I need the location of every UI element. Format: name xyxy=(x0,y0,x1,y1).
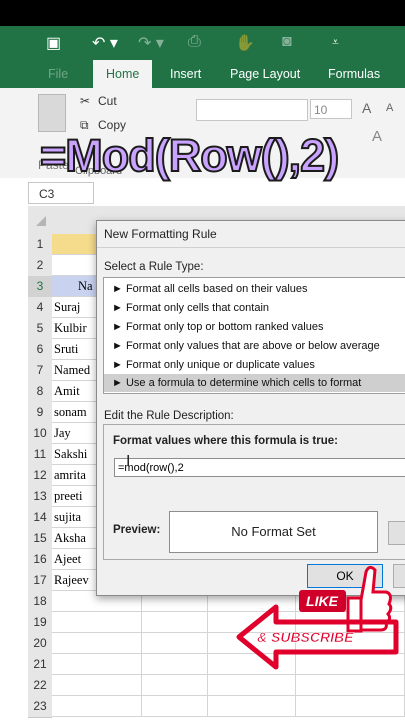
camera-icon[interactable]: ◙ xyxy=(282,33,292,51)
font-color-icon[interactable]: A xyxy=(372,128,382,145)
sheet-cell[interactable] xyxy=(52,633,142,654)
row-header[interactable]: 22 xyxy=(28,675,52,697)
row-header[interactable]: 14 xyxy=(28,507,52,529)
cut-icon[interactable]: ✂ xyxy=(80,94,90,108)
new-formatting-rule-dialog: New Formatting Rule Select a Rule Type: … xyxy=(96,220,405,596)
row-header[interactable]: 9 xyxy=(28,402,52,424)
font-name-box[interactable] xyxy=(196,99,308,121)
sheet-cell[interactable] xyxy=(142,675,208,696)
row-header[interactable]: 7 xyxy=(28,360,52,382)
like-text: LIKE xyxy=(306,593,339,609)
tab-home[interactable]: Home xyxy=(93,60,153,88)
sheet-cell[interactable] xyxy=(142,633,208,654)
sheet-cell[interactable] xyxy=(208,696,296,717)
text-cursor-icon: I xyxy=(126,453,131,470)
row-header[interactable]: 1 xyxy=(28,234,52,256)
formula-label: Format values where this formula is true… xyxy=(113,435,338,447)
customize-qat-icon[interactable]: ⩡ xyxy=(332,35,339,50)
row-header[interactable]: 5 xyxy=(28,318,52,340)
touch-mode-icon[interactable]: ✋ xyxy=(235,33,255,53)
sheet-cell[interactable] xyxy=(296,675,405,696)
row-header[interactable]: 8 xyxy=(28,381,52,403)
font-size-box[interactable]: 10 xyxy=(310,99,352,119)
redo-icon[interactable]: ↷ ▾ xyxy=(138,33,164,53)
rule-type-option[interactable]: ► Format only values that are above or b… xyxy=(104,337,405,355)
ribbon-tabs: File Home Insert Page Layout Formulas xyxy=(0,60,405,88)
sheet-cell[interactable] xyxy=(142,696,208,717)
row-header[interactable]: 17 xyxy=(28,570,52,592)
name-box[interactable]: C3 xyxy=(28,182,94,204)
row-header[interactable]: 21 xyxy=(28,654,52,676)
sheet-cell[interactable] xyxy=(296,696,405,717)
subscribe-text: & SUBSCRIBE xyxy=(257,629,354,645)
row-header[interactable]: 6 xyxy=(28,339,52,361)
tab-insert[interactable]: Insert xyxy=(170,60,201,88)
grow-font-button[interactable]: A xyxy=(362,100,371,116)
rule-type-option[interactable]: ► Format only top or bottom ranked value… xyxy=(104,318,405,336)
format-button[interactable] xyxy=(388,521,405,545)
tab-formulas[interactable]: Formulas xyxy=(328,60,380,88)
row-header[interactable]: 3 xyxy=(28,276,52,298)
row-header[interactable]: 23 xyxy=(28,696,52,718)
dialog-title: New Formatting Rule xyxy=(104,227,217,241)
shrink-font-button[interactable]: A xyxy=(386,102,393,114)
rule-type-option-selected[interactable]: ► Use a formula to determine which cells… xyxy=(104,374,405,392)
rule-type-list[interactable]: ► Format all cells based on their values… xyxy=(103,277,405,394)
row-header[interactable]: 20 xyxy=(28,633,52,655)
undo-icon[interactable]: ↶ ▾ xyxy=(92,33,118,53)
rule-type-option[interactable]: ► Format only cells that contain xyxy=(104,299,405,317)
row-header[interactable]: 4 xyxy=(28,297,52,319)
preview-label: Preview: xyxy=(113,524,161,536)
row-header[interactable]: 11 xyxy=(28,444,52,466)
rule-type-option[interactable]: ► Format only unique or duplicate values xyxy=(104,356,405,374)
quick-access-toolbar: ▣ ↶ ▾ ↷ ▾ ⎙ ✋ ◙ ⩡ xyxy=(0,26,405,60)
tab-page-layout[interactable]: Page Layout xyxy=(230,60,300,88)
row-header[interactable]: 12 xyxy=(28,465,52,487)
sheet-cell[interactable] xyxy=(142,612,208,633)
edit-description-label: Edit the Rule Description: xyxy=(104,410,234,422)
cut-button[interactable]: Cut xyxy=(98,94,117,108)
sheet-cell[interactable] xyxy=(52,654,142,675)
paste-icon[interactable] xyxy=(38,94,66,132)
print-preview-icon[interactable]: ⎙ xyxy=(188,33,201,51)
rule-description-box: Format values where this formula is true… xyxy=(103,424,405,560)
formula-input[interactable]: =mod(row(),2 xyxy=(114,458,405,477)
save-icon[interactable]: ▣ xyxy=(46,33,61,53)
overlay-formula-caption: =Mod(Row(),2) xyxy=(39,129,340,182)
preview-box: No Format Set xyxy=(169,511,378,553)
tab-file[interactable]: File xyxy=(48,60,68,88)
row-header[interactable]: 19 xyxy=(28,612,52,634)
select-all-icon[interactable] xyxy=(36,216,46,226)
like-subscribe-graphic: LIKE & SUBSCRIBE xyxy=(236,565,399,670)
row-header[interactable]: 18 xyxy=(28,591,52,613)
excel-window: ▣ ↶ ▾ ↷ ▾ ⎙ ✋ ◙ ⩡ File Home Insert Page … xyxy=(0,26,405,720)
row-header[interactable]: 13 xyxy=(28,486,52,508)
sheet-cell[interactable] xyxy=(52,675,142,696)
row-header[interactable]: 10 xyxy=(28,423,52,445)
sheet-cell[interactable] xyxy=(142,654,208,675)
row-header[interactable]: 15 xyxy=(28,528,52,550)
row-header[interactable]: 2 xyxy=(28,255,52,277)
row-header[interactable]: 16 xyxy=(28,549,52,571)
sheet-cell[interactable] xyxy=(52,612,142,633)
sheet-cell[interactable] xyxy=(52,696,142,717)
rule-type-label: Select a Rule Type: xyxy=(104,261,204,273)
sheet-cell[interactable] xyxy=(208,675,296,696)
rule-type-option[interactable]: ► Format all cells based on their values xyxy=(104,280,405,298)
